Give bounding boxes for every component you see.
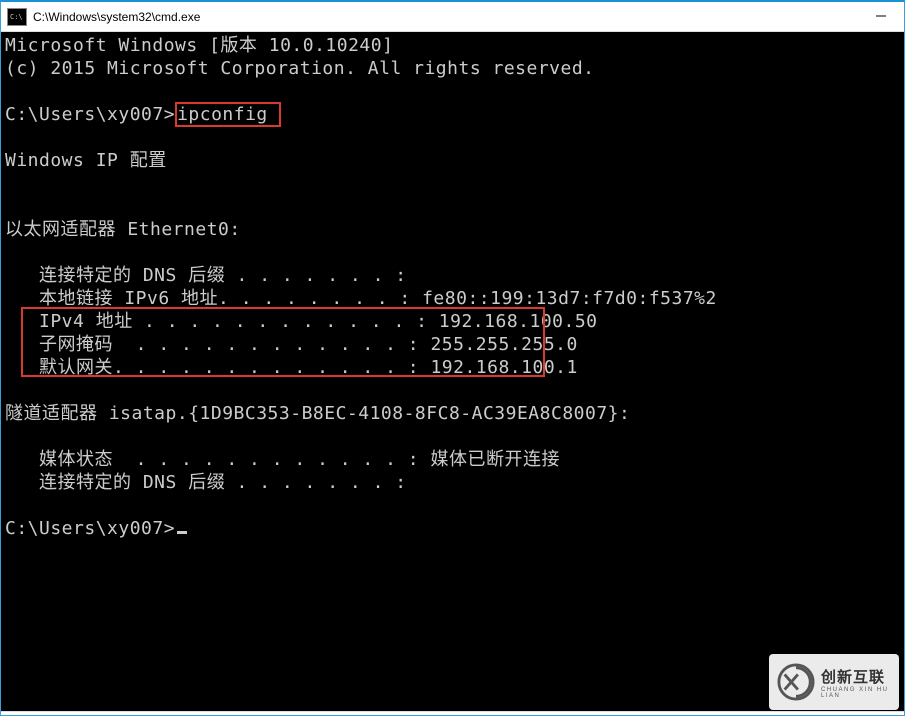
title-bar[interactable]: C:\ C:\Windows\system32\cmd.exe <box>1 2 904 32</box>
watermark-text-en: CHUANG XIN HU LIAN <box>821 687 891 699</box>
adapter-heading: 以太网适配器 Ethernet0: <box>5 219 241 240</box>
highlighted-command: ipconfig <box>175 102 281 127</box>
terminal-output[interactable]: Microsoft Windows [版本 10.0.10240] (c) 20… <box>1 32 904 711</box>
svg-text:C:\: C:\ <box>10 13 23 21</box>
watermark-text-cn: 创新互联 <box>821 666 891 687</box>
prompt: C:\Users\xy007> <box>5 518 175 539</box>
minimize-button[interactable] <box>858 2 904 30</box>
adapter-heading: 隧道适配器 isatap.{1D9BC353-B8EC-4108-8FC8-AC… <box>5 403 630 424</box>
ipv4-line: IPv4 地址 . . . . . . . . . . . . : 192.16… <box>5 311 598 332</box>
media-state-line: 媒体状态 . . . . . . . . . . . . : 媒体已断开连接 <box>5 449 560 470</box>
prompt: C:\Users\xy007> <box>5 104 175 125</box>
copyright: (c) 2015 Microsoft Corporation. All righ… <box>5 58 595 79</box>
cmd-window: C:\ C:\Windows\system32\cmd.exe Microsof… <box>0 0 905 716</box>
cmd-icon: C:\ <box>7 8 27 26</box>
os-header: Microsoft Windows [版本 10.0.10240] <box>5 35 393 56</box>
dns-suffix-line: 连接特定的 DNS 后缀 . . . . . . . : <box>5 472 407 493</box>
cursor <box>177 531 187 534</box>
watermark-logo-icon <box>777 663 815 701</box>
window-controls <box>858 2 904 31</box>
dns-suffix-line: 连接特定的 DNS 后缀 . . . . . . . : <box>5 265 407 286</box>
subnet-line: 子网掩码 . . . . . . . . . . . . : 255.255.2… <box>5 334 578 355</box>
bottom-bar <box>1 711 904 715</box>
window-title: C:\Windows\system32\cmd.exe <box>33 10 858 24</box>
watermark: 创新互联 CHUANG XIN HU LIAN <box>769 654 899 710</box>
section-heading: Windows IP 配置 <box>5 150 167 171</box>
ipv6-line: 本地链接 IPv6 地址. . . . . . . . : fe80::199:… <box>5 288 717 309</box>
gateway-line: 默认网关. . . . . . . . . . . . . : 192.168.… <box>5 357 578 378</box>
